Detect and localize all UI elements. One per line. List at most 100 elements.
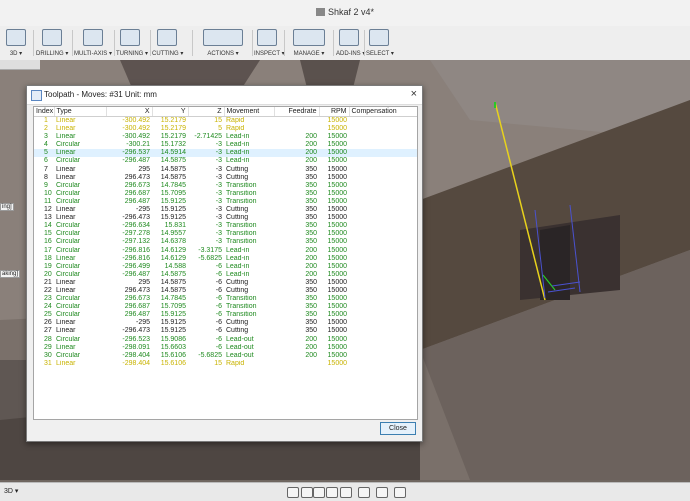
column-header-movement[interactable]: Movement xyxy=(224,107,275,117)
table-row[interactable]: 15 Circular -297.278 14.9557 -3 Transition 350… xyxy=(34,230,417,238)
close-button[interactable]: Close xyxy=(380,422,416,435)
table-row[interactable]: 9 Circular 296.673 14.7845 -3 Transition 350 15… xyxy=(34,182,417,190)
column-header-rpm[interactable]: RPM xyxy=(319,107,350,117)
cell-rpm: 15000 xyxy=(327,214,347,222)
table-row[interactable]: 18 Linear -296.816 14.6129 -5.6825 Lead-in 200… xyxy=(34,255,417,263)
table-row[interactable]: 13 Linear -296.473 15.9125 -3 Cutting 350 15000 xyxy=(34,214,417,222)
cell-y: 14.5875 xyxy=(160,286,186,294)
cell-type: Circular xyxy=(56,230,81,238)
table-row[interactable]: 25 Circular 296.487 15.9125 -6 Transition 350 1… xyxy=(34,311,417,319)
orbit-icon[interactable] xyxy=(287,487,299,498)
toolbar-turning[interactable]: TURNING ▾ xyxy=(116,28,148,58)
browser-panel-header[interactable] xyxy=(0,60,40,70)
table-row[interactable]: 16 Circular -297.132 14.6378 -3 Transition 350… xyxy=(34,238,417,246)
cell-type: Linear xyxy=(56,165,76,173)
document-icon xyxy=(315,8,325,16)
dialog-titlebar[interactable]: Toolpath - Moves: #31 Unit: mm × xyxy=(27,86,422,105)
column-header-feedrate[interactable]: Feedrate xyxy=(274,107,320,117)
cell-x: -296.816 xyxy=(122,246,150,254)
table-row[interactable]: 26 Linear -295 15.9125 -6 Cutting 350 15000 xyxy=(34,319,417,327)
toolbar-drilling[interactable]: DRILLING ▾ xyxy=(36,28,68,58)
cell-feedrate: 200 xyxy=(305,351,317,359)
table-row[interactable]: 7 Linear 295 14.5875 -3 Cutting 350 15000 xyxy=(34,166,417,174)
bottom-left-label[interactable]: 3D ▾ xyxy=(4,487,18,495)
cell-type: Linear xyxy=(56,278,76,286)
cell-movement: Lead-in xyxy=(226,157,250,165)
cell-movement: Transition xyxy=(226,181,257,189)
zoom-icon[interactable] xyxy=(326,487,338,498)
toolbar-3d[interactable]: 3D ▾ xyxy=(2,28,30,58)
cell-rpm: 15000 xyxy=(327,157,347,165)
look-at-icon[interactable] xyxy=(301,487,313,498)
table-row[interactable]: 17 Circular -296.816 14.6129 -3.3175 Lead-in 2… xyxy=(34,247,417,255)
cell-y: 14.6129 xyxy=(160,254,186,262)
cell-movement: Rapid xyxy=(226,117,245,124)
table-row[interactable]: 19 Circular -296.499 14.588 -6 Lead-in 200 1500… xyxy=(34,263,417,271)
table-row[interactable]: 22 Linear 296.473 14.5875 -6 Cutting 350 15000 xyxy=(34,287,417,295)
column-header-index[interactable]: Index xyxy=(34,107,55,117)
table-row[interactable]: 10 Circular 296.687 15.7095 -3 Transition 350 1… xyxy=(34,190,417,198)
viewports-icon[interactable] xyxy=(394,487,406,498)
document-title: Shkaf 2 v4* xyxy=(0,7,690,17)
table-row[interactable]: 27 Linear -296.473 15.9125 -6 Cutting 350 15000 xyxy=(34,327,417,335)
table-row[interactable]: 5 Linear -296.537 14.5914 -3 Lead-in 200 15000 xyxy=(34,149,417,158)
toolbar-inspect[interactable]: INSPECT ▾ xyxy=(254,28,285,58)
table-row[interactable]: 4 Circular -300.21 15.1732 -3 Lead-in 200 15000 xyxy=(34,141,417,149)
cell-movement: Cutting xyxy=(226,278,249,286)
display-settings-icon[interactable] xyxy=(358,487,370,498)
table-row[interactable]: 30 Circular -298.404 15.6106 -5.6825 Lead-out… xyxy=(34,352,417,360)
moves-table[interactable]: Index Type X Y Z Movement Feedrate RPM C… xyxy=(33,106,418,420)
toolbar-select[interactable]: SELECT ▾ xyxy=(366,28,394,58)
cell-feedrate: 350 xyxy=(305,197,317,205)
table-row[interactable]: 6 Circular -296.487 14.5875 -3 Lead-in 200 1500… xyxy=(34,157,417,165)
cell-feedrate: 350 xyxy=(305,286,317,294)
cell-y: 15.6603 xyxy=(160,343,186,351)
cell-feedrate: 350 xyxy=(305,206,317,214)
table-row[interactable]: 12 Linear -295 15.9125 -3 Cutting 350 15000 xyxy=(34,206,417,214)
table-row[interactable]: 28 Circular -296.523 15.9086 -6 Lead-out 200 15… xyxy=(34,336,417,344)
cell-rpm: 15000 xyxy=(327,238,347,246)
table-row[interactable]: 1 Linear -300.492 15.2179 15 Rapid 15000 xyxy=(34,117,417,126)
cell-feedrate: 200 xyxy=(305,254,317,262)
toolbar-cutting[interactable]: CUTTING ▾ xyxy=(152,28,183,58)
cell-rpm: 15000 xyxy=(327,303,347,311)
cell-y: 15.9086 xyxy=(160,335,186,343)
cell-x: 295 xyxy=(138,165,150,173)
cell-movement: Cutting xyxy=(226,319,249,327)
column-header-y[interactable]: Y xyxy=(152,107,189,117)
toolbar-divider xyxy=(192,30,193,56)
cell-index: 15 xyxy=(44,230,52,238)
column-header-x[interactable]: X xyxy=(106,107,153,117)
table-row[interactable]: 21 Linear 295 14.5875 -6 Cutting 350 15000 xyxy=(34,279,417,287)
column-header-z[interactable]: Z xyxy=(188,107,225,117)
table-row[interactable]: 20 Circular -296.487 14.5875 -6 Lead-in 200 150… xyxy=(34,271,417,279)
table-row[interactable]: 29 Linear -298.091 15.6603 -6 Lead-out 200 1500… xyxy=(34,344,417,352)
grid-icon[interactable] xyxy=(376,487,388,498)
toolbar-add-ins[interactable]: ADD-INS ▾ xyxy=(336,28,365,58)
table-row[interactable]: 11 Circular 296.487 15.9125 -3 Transition 350 1… xyxy=(34,198,417,206)
table-row[interactable]: 3 Linear -300.492 15.2179 -2.71425 Lead-in 200… xyxy=(34,133,417,141)
column-header-compensation[interactable]: Compensation xyxy=(349,107,417,117)
cell-y: 15.9125 xyxy=(160,197,186,205)
cell-index: 14 xyxy=(44,222,52,230)
cell-y: 15.6106 xyxy=(160,359,186,367)
cell-feedrate: 350 xyxy=(305,230,317,238)
cell-rpm: 15000 xyxy=(327,189,347,197)
fit-icon[interactable] xyxy=(340,487,352,498)
table-row[interactable]: 31 Linear -298.404 15.6106 15 Rapid 15000 xyxy=(34,360,417,368)
table-row[interactable]: 24 Circular 296.687 15.7095 -6 Transition 350 1… xyxy=(34,303,417,311)
table-row[interactable]: 14 Circular -296.634 15.831 -3 Transition 350 1… xyxy=(34,222,417,230)
toolbar-multi-axis[interactable]: MULTI-AXIS ▾ xyxy=(74,28,112,58)
cell-y: 15.9125 xyxy=(160,311,186,319)
table-row[interactable]: 23 Circular 296.673 14.7845 -6 Transition 350 1… xyxy=(34,295,417,303)
toolbar-actions[interactable]: ACTIONS ▾ xyxy=(200,28,246,58)
toolbar-manage[interactable]: MANAGE ▾ xyxy=(288,28,330,58)
table-row[interactable]: 2 Linear -300.492 15.2179 5 Rapid 15000 xyxy=(34,125,417,133)
cell-feedrate: 350 xyxy=(305,214,317,222)
pan-icon[interactable] xyxy=(313,487,325,498)
table-row[interactable]: 8 Linear 296.473 14.5875 -3 Cutting 350 15000 xyxy=(34,174,417,182)
cell-x: 295 xyxy=(138,278,150,286)
column-header-type[interactable]: Type xyxy=(54,107,107,117)
close-icon[interactable]: × xyxy=(411,88,417,100)
cell-feedrate: 200 xyxy=(305,262,317,270)
